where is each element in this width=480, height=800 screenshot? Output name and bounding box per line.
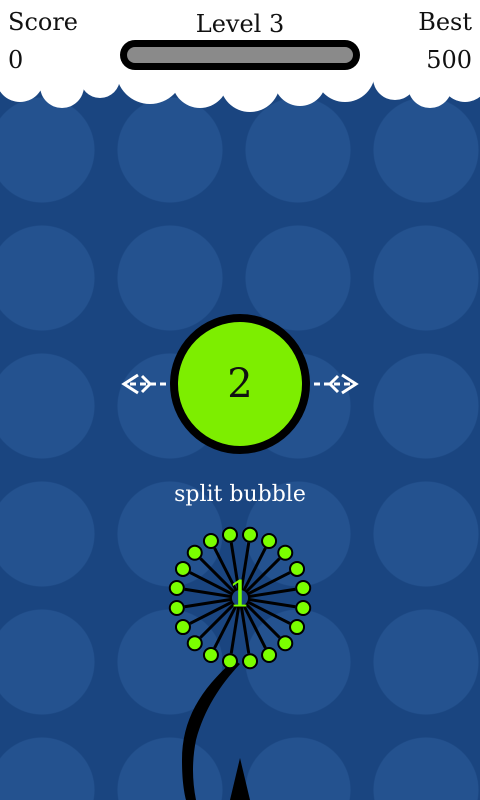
shooter[interactable] bbox=[0, 0, 480, 800]
shooter-dot bbox=[168, 600, 185, 617]
shooter-dot bbox=[289, 619, 306, 636]
shooter-dot bbox=[242, 526, 259, 543]
shooter-stem bbox=[182, 660, 240, 800]
shooter-dot bbox=[202, 532, 219, 549]
shooter-spike bbox=[230, 758, 250, 800]
shooter-dot bbox=[277, 544, 294, 561]
shooter-dot bbox=[221, 653, 238, 670]
shooter-dot bbox=[242, 653, 259, 670]
shooter-dot bbox=[174, 619, 191, 636]
shooter-dot bbox=[261, 647, 278, 664]
shooter-dot bbox=[186, 635, 203, 652]
shooter-dot bbox=[289, 560, 306, 577]
shooter-dot bbox=[221, 526, 238, 543]
shooter-dot bbox=[168, 579, 185, 596]
shooter-number: 1 bbox=[228, 575, 252, 616]
shooter-dot bbox=[295, 579, 312, 596]
shooter-dot bbox=[261, 532, 278, 549]
shooter-dot bbox=[174, 560, 191, 577]
shooter-dot bbox=[202, 647, 219, 664]
shooter-dot bbox=[186, 544, 203, 561]
shooter-dot bbox=[295, 600, 312, 617]
shooter-dot bbox=[277, 635, 294, 652]
